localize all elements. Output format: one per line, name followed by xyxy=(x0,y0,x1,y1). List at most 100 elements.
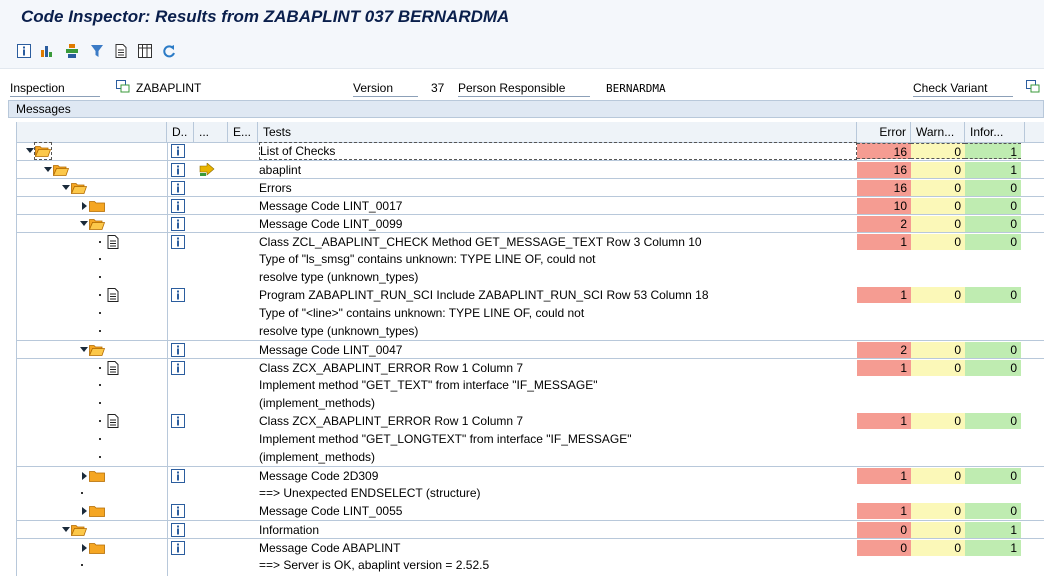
info-icon[interactable] xyxy=(171,469,185,483)
filter-icon[interactable] xyxy=(90,44,104,58)
expand-arrow-icon[interactable] xyxy=(82,202,87,210)
test-text: Implement method "GET_LONGTEXT" from int… xyxy=(259,432,632,446)
tree-dot xyxy=(99,241,101,243)
refresh-icon[interactable] xyxy=(162,44,176,58)
document-icon xyxy=(107,414,119,428)
column-header-dots[interactable]: ... xyxy=(194,122,228,142)
error-count: 2 xyxy=(857,342,911,358)
info-icon[interactable] xyxy=(171,523,185,537)
tree-row[interactable]: Message Code ABAPLINT 0 0 1 xyxy=(17,538,1044,556)
collapse-arrow-icon[interactable] xyxy=(26,148,34,153)
tree-row[interactable]: resolve type (unknown_types) xyxy=(17,322,1044,340)
information-count: 0 xyxy=(965,234,1021,250)
collapse-arrow-icon[interactable] xyxy=(80,221,88,226)
tree-dot xyxy=(99,402,101,404)
column-header-row: D.. ... E... Tests Error Warn... Infor..… xyxy=(17,122,1044,143)
column-header-tests[interactable]: Tests xyxy=(258,122,857,142)
info-icon[interactable] xyxy=(171,288,185,302)
expand-arrow-icon[interactable] xyxy=(82,544,87,552)
info-icon[interactable] xyxy=(171,235,185,249)
info-icon[interactable] xyxy=(171,181,185,195)
tree-row[interactable]: Errors 16 0 0 xyxy=(17,178,1044,196)
information-count: 0 xyxy=(965,180,1021,196)
expand-arrow-icon[interactable] xyxy=(82,472,87,480)
error-count: 2 xyxy=(857,216,911,232)
person-responsible-value: BERNARDMA xyxy=(606,82,666,95)
information-count: 1 xyxy=(965,540,1021,556)
hierarchy-icon[interactable] xyxy=(65,44,79,58)
info-icon[interactable] xyxy=(171,541,185,555)
tree-row[interactable]: abaplint 16 0 1 xyxy=(17,160,1044,178)
info-icon[interactable] xyxy=(171,217,185,231)
info-icon[interactable] xyxy=(171,504,185,518)
tree-row[interactable]: Message Code 2D309 1 0 0 xyxy=(17,466,1044,484)
collapse-arrow-icon[interactable] xyxy=(62,185,70,190)
tree-row[interactable]: Message Code LINT_0099 2 0 0 xyxy=(17,214,1044,232)
info-icon[interactable] xyxy=(171,199,185,213)
results-tree-grid: D.. ... E... Tests Error Warn... Infor..… xyxy=(16,122,1044,576)
tree-row[interactable]: Class ZCL_ABAPLINT_CHECK Method GET_MESS… xyxy=(17,232,1044,250)
tree-row[interactable]: ==> Server is OK, abaplint version = 2.5… xyxy=(17,556,1044,574)
tree-row[interactable]: Implement method "GET_LONGTEXT" from int… xyxy=(17,430,1044,448)
info-icon[interactable] xyxy=(171,144,185,158)
document-icon xyxy=(107,288,119,302)
navigate-arrow-icon[interactable] xyxy=(199,162,215,177)
tree-row[interactable]: resolve type (unknown_types) xyxy=(17,268,1044,286)
column-header-error[interactable]: Error xyxy=(857,122,911,142)
info-icon[interactable] xyxy=(171,361,185,375)
information-count: 0 xyxy=(965,342,1021,358)
column-header-warning[interactable]: Warn... xyxy=(911,122,965,142)
grid-icon[interactable] xyxy=(138,44,152,58)
tree-row[interactable]: Type of "ls_smsg" contains unknown: TYPE… xyxy=(17,250,1044,268)
inspection-object-icon[interactable] xyxy=(116,80,130,93)
check-variant-icon[interactable] xyxy=(1026,80,1040,93)
information-count: 0 xyxy=(965,216,1021,232)
expand-arrow-icon[interactable] xyxy=(82,507,87,515)
info-icon[interactable] xyxy=(171,414,185,428)
tree-row[interactable]: Implement method "GET_TEXT" from interfa… xyxy=(17,376,1044,394)
test-text: Message Code LINT_0055 xyxy=(259,504,403,518)
check-variant-label: Check Variant xyxy=(913,81,988,95)
error-count: 1 xyxy=(857,413,911,429)
toolbar xyxy=(0,36,1044,69)
tree-row[interactable]: Type of "<line>" contains unknown: TYPE … xyxy=(17,304,1044,322)
folder-closed-icon xyxy=(89,470,105,482)
info-icon[interactable] xyxy=(171,163,185,177)
tree-row[interactable]: Program ZABAPLINT_RUN_SCI Include ZABAPL… xyxy=(17,286,1044,304)
tree-row[interactable]: Message Code LINT_0055 1 0 0 xyxy=(17,502,1044,520)
error-count: 1 xyxy=(857,234,911,250)
column-header-hierarchy[interactable] xyxy=(17,122,167,142)
folder-open-icon xyxy=(70,524,88,536)
tree-row[interactable]: Information 0 0 1 xyxy=(17,520,1044,538)
collapse-arrow-icon[interactable] xyxy=(80,347,88,352)
tree-dot xyxy=(99,276,101,278)
folder-closed-icon xyxy=(89,542,105,554)
warning-count: 0 xyxy=(911,503,965,519)
test-text: Class ZCX_ABAPLINT_ERROR Row 1 Column 7 xyxy=(259,361,524,375)
tree-row[interactable]: ==> Unexpected ENDSELECT (structure) xyxy=(17,484,1044,502)
test-text: Information xyxy=(259,523,320,537)
tree-dot xyxy=(99,367,101,369)
info-icon[interactable] xyxy=(17,44,31,58)
tree-row[interactable]: Message Code LINT_0017 10 0 0 xyxy=(17,196,1044,214)
test-text: List of Checks xyxy=(259,142,857,160)
tree-row[interactable]: (implement_methods) xyxy=(17,394,1044,412)
column-header-information[interactable]: Infor... xyxy=(965,122,1025,142)
tree-row[interactable]: (implement_methods) xyxy=(17,448,1044,466)
collapse-arrow-icon[interactable] xyxy=(62,527,70,532)
tree-row[interactable]: Message Code LINT_0047 2 0 0 xyxy=(17,340,1044,358)
focus-marker xyxy=(34,142,52,160)
column-header-d[interactable]: D.. xyxy=(167,122,194,142)
tree-row[interactable]: Class ZCX_ABAPLINT_ERROR Row 1 Column 7 1… xyxy=(17,358,1044,376)
collapse-arrow-icon[interactable] xyxy=(44,167,52,172)
tree-row[interactable]: List of Checks 16 0 1 xyxy=(17,142,1044,160)
column-header-e[interactable]: E... xyxy=(228,122,258,142)
tree-row[interactable]: Class ZCX_ABAPLINT_ERROR Row 1 Column 7 1… xyxy=(17,412,1044,430)
chart-icon[interactable] xyxy=(40,44,54,58)
info-icon[interactable] xyxy=(171,343,185,357)
test-text: resolve type (unknown_types) xyxy=(259,324,419,338)
document-icon[interactable] xyxy=(114,44,128,58)
tree-dot xyxy=(99,420,101,422)
tree-dot xyxy=(99,456,101,458)
test-text: (implement_methods) xyxy=(259,450,376,464)
